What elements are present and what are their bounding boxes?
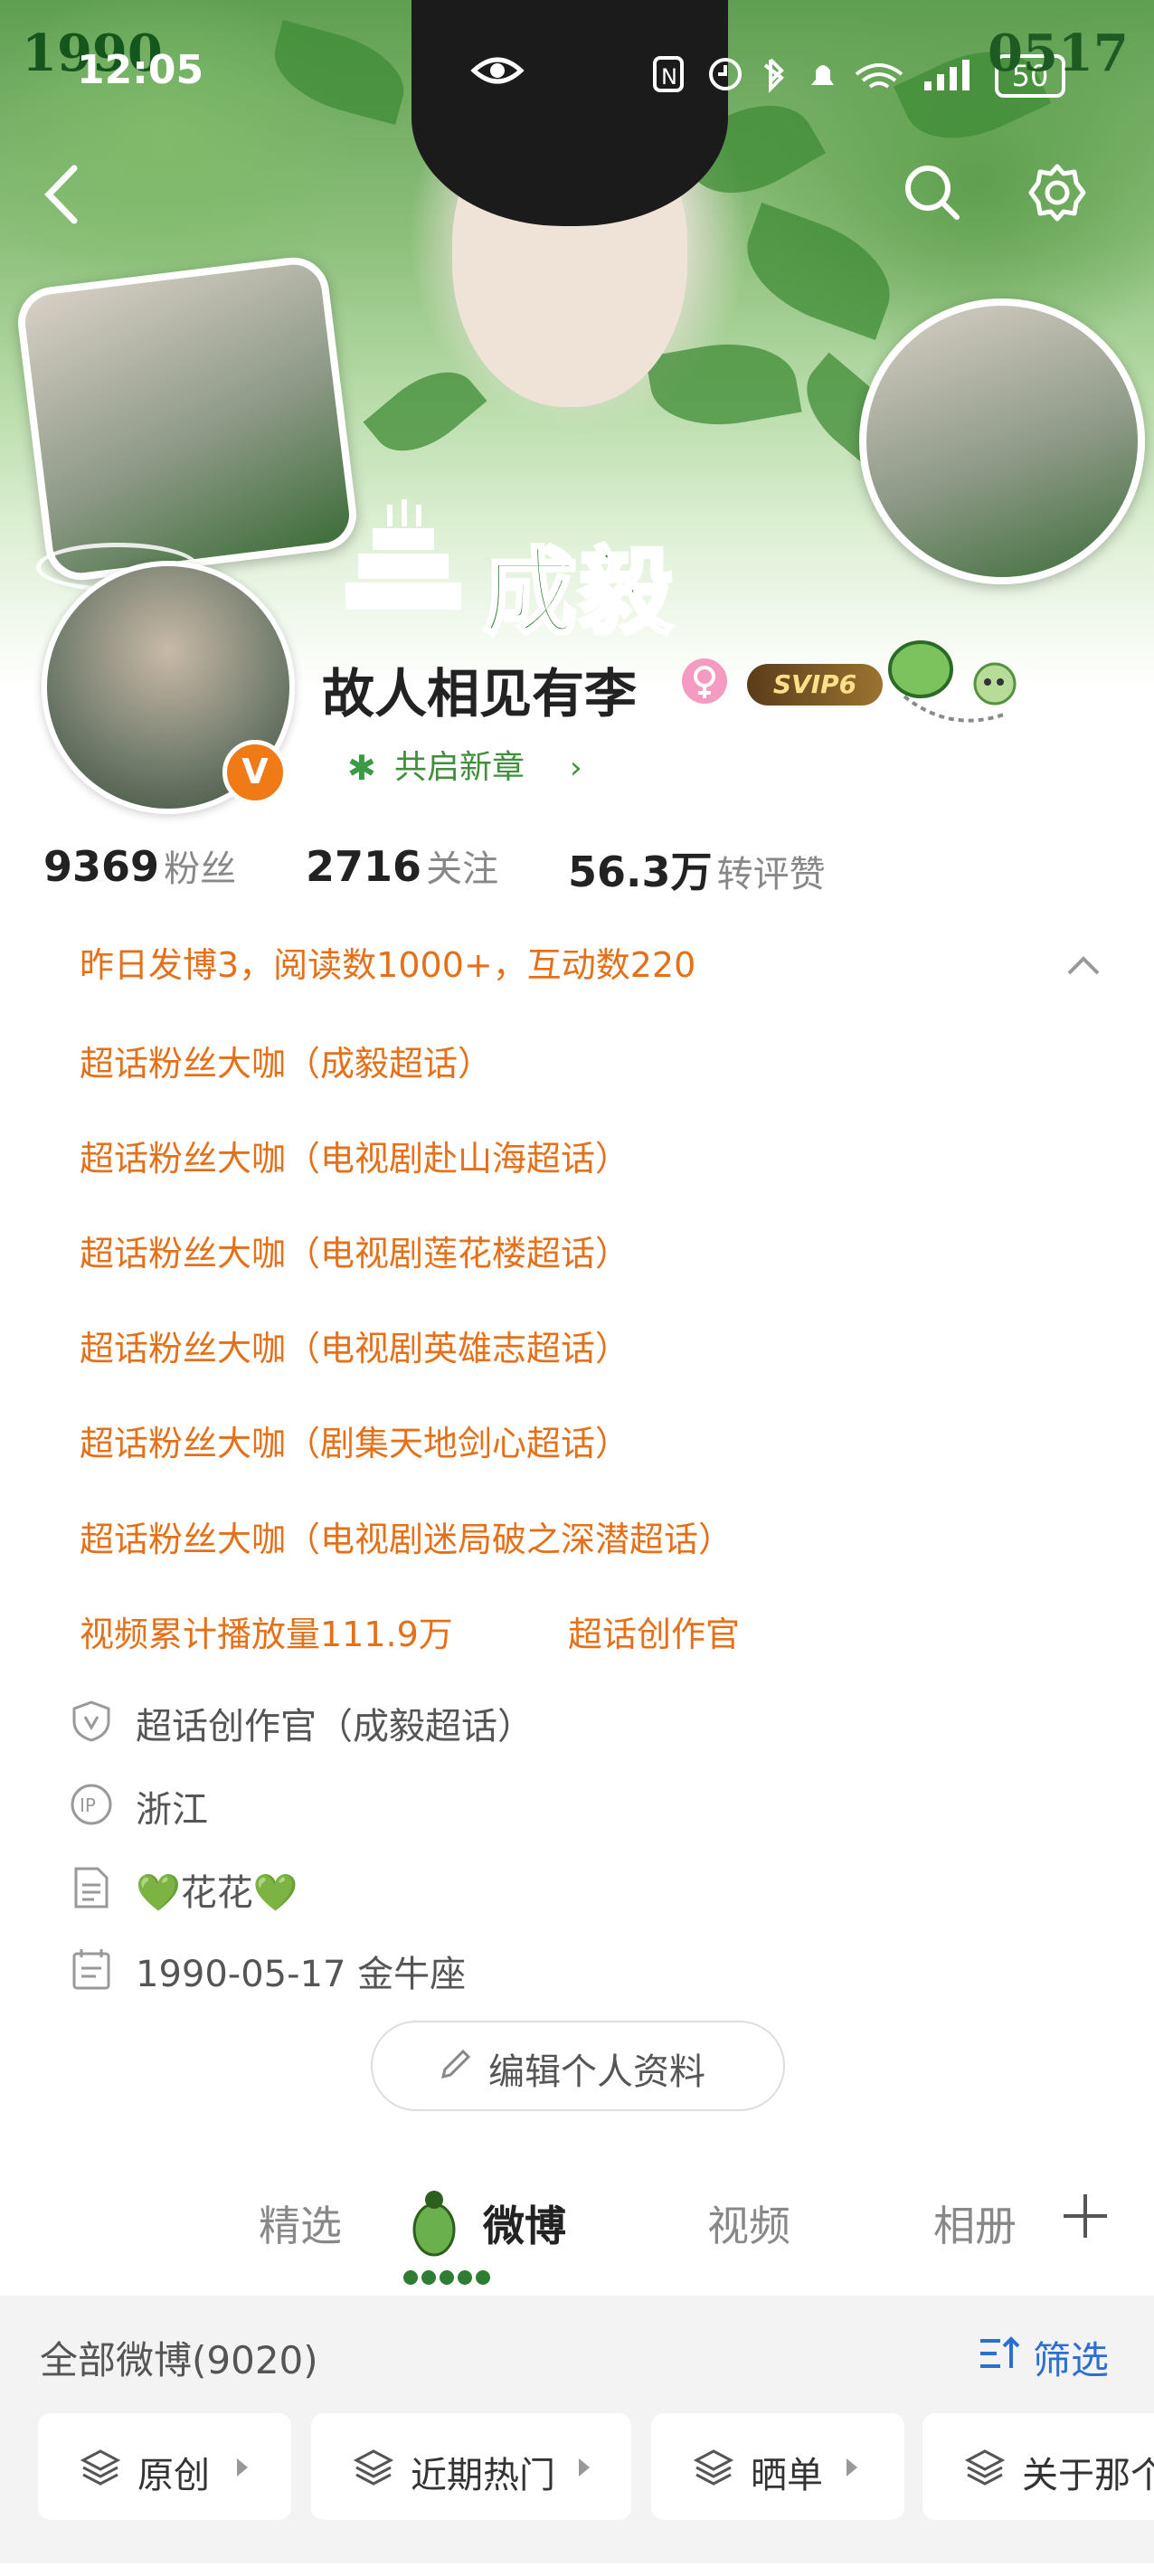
ip-location-icon: IP bbox=[71, 1784, 112, 1825]
chip-about[interactable]: 关于那个 bbox=[922, 2413, 1154, 2520]
back-icon[interactable] bbox=[40, 163, 85, 226]
bottom-edge bbox=[0, 2563, 1154, 2576]
tab-videos[interactable]: 视频 bbox=[707, 2193, 790, 2253]
new-chapter-label: 共启新章 bbox=[394, 749, 525, 786]
filter-label: 筛选 bbox=[1033, 2338, 1110, 2382]
svip-badge[interactable]: SVIP6 bbox=[747, 664, 883, 706]
edit-profile-label: 编辑个人资料 bbox=[488, 2051, 705, 2093]
pencil-icon bbox=[440, 2049, 471, 2079]
chevron-up-icon[interactable] bbox=[1065, 952, 1102, 979]
chip-reviews[interactable]: 晒单 bbox=[651, 2413, 904, 2520]
tab-weibo[interactable]: 微博 bbox=[483, 2193, 566, 2253]
gear-icon[interactable] bbox=[1027, 163, 1087, 223]
status-icons: N bbox=[653, 56, 970, 93]
chip-recent-hot[interactable]: 近期热门 bbox=[311, 2413, 631, 2520]
daily-summary[interactable]: 昨日发博3，阅读数1000+，互动数220 bbox=[47, 933, 761, 997]
chevron-right-icon: › bbox=[570, 750, 582, 786]
tab-albums[interactable]: 相册 bbox=[933, 2193, 1017, 2253]
layers-icon bbox=[964, 2449, 1006, 2486]
following-count: 2716 bbox=[306, 842, 422, 891]
chip-original[interactable]: 原创 bbox=[38, 2413, 291, 2520]
stat-interactions[interactable]: 56.3万 转评赞 bbox=[568, 839, 826, 899]
search-icon[interactable] bbox=[903, 163, 962, 223]
layers-icon bbox=[80, 2449, 121, 2486]
birthday-text: 1990-05-17 金牛座 bbox=[136, 1954, 467, 1995]
caret-right-icon bbox=[237, 2458, 248, 2477]
username: 故人相见有李 bbox=[322, 663, 638, 724]
honor-item[interactable]: 超话粉丝大咖（电视剧英雄志超话） bbox=[80, 1321, 629, 1370]
layers-icon bbox=[353, 2449, 394, 2486]
honor-item[interactable]: 超话粉丝大咖（电视剧莲花楼超话） bbox=[80, 1226, 629, 1275]
creator-role: 超话创作官（成毅超话） bbox=[136, 1706, 534, 1747]
new-chapter-pill[interactable]: ✱ 共启新章 › bbox=[324, 736, 613, 800]
status-time: 12:05 bbox=[77, 47, 204, 93]
honor-item[interactable]: 超话粉丝大咖（电视剧迷局破之深潜超话） bbox=[80, 1511, 733, 1561]
svg-text:N: N bbox=[661, 64, 677, 90]
birthday-cake-icon bbox=[345, 499, 461, 610]
cover-photo-right bbox=[859, 298, 1145, 584]
stat-following[interactable]: 2716 关注 bbox=[306, 839, 498, 892]
eye-icon bbox=[470, 57, 525, 84]
layers-icon bbox=[693, 2449, 734, 2486]
caret-right-icon bbox=[847, 2458, 857, 2477]
snowflake-icon: ✱ bbox=[347, 748, 376, 788]
add-tab-icon[interactable] bbox=[1058, 2189, 1112, 2243]
creator-badge[interactable]: 超话创作官 bbox=[568, 1606, 740, 1656]
following-label: 关注 bbox=[426, 848, 499, 890]
stat-followers[interactable]: 9369 粉丝 bbox=[43, 839, 236, 892]
chip-label: 原创 bbox=[137, 2455, 210, 2496]
all-weibo-count[interactable]: 全部微博(9020) bbox=[40, 2330, 318, 2385]
followers-count: 9369 bbox=[43, 842, 160, 891]
honor-item[interactable]: 超话粉丝大咖（电视剧赴山海超话） bbox=[80, 1131, 629, 1180]
filter-sort-icon bbox=[980, 2336, 1020, 2368]
shield-icon bbox=[72, 1700, 110, 1742]
honor-item[interactable]: 超话粉丝大咖（成毅超话） bbox=[80, 1036, 492, 1085]
overlay-date-text: 0517 bbox=[988, 24, 1129, 83]
calendar-icon bbox=[72, 1949, 110, 1990]
document-icon bbox=[74, 1867, 109, 1908]
cover-portrait-hair bbox=[411, 0, 728, 226]
chip-label: 关于那个 bbox=[1022, 2455, 1154, 2496]
svg-text:IP: IP bbox=[80, 1795, 96, 1816]
tab-featured[interactable]: 精选 bbox=[259, 2193, 342, 2253]
gender-female-icon bbox=[682, 658, 727, 704]
edit-profile-button[interactable]: 编辑个人资料 bbox=[371, 2021, 785, 2111]
decorative-pendant-icon bbox=[888, 640, 1017, 723]
chip-label: 近期热门 bbox=[411, 2455, 555, 2496]
bio-text: 💚花花💚 bbox=[136, 1872, 298, 1914]
caret-right-icon bbox=[579, 2458, 590, 2477]
followers-label: 粉丝 bbox=[164, 848, 237, 890]
cover-photo-left bbox=[14, 253, 361, 584]
verified-badge: V bbox=[222, 740, 288, 805]
banner-title: 成毅 bbox=[481, 535, 676, 649]
interactions-count: 56.3万 bbox=[568, 848, 713, 896]
honor-item[interactable]: 超话粉丝大咖（剧集天地剑心超话） bbox=[80, 1416, 629, 1465]
interactions-label: 转评赞 bbox=[716, 854, 826, 895]
video-plays-stat[interactable]: 视频累计播放量111.9万 bbox=[80, 1606, 453, 1656]
ip-location: 浙江 bbox=[136, 1789, 208, 1831]
chip-label: 晒单 bbox=[751, 2455, 823, 2496]
